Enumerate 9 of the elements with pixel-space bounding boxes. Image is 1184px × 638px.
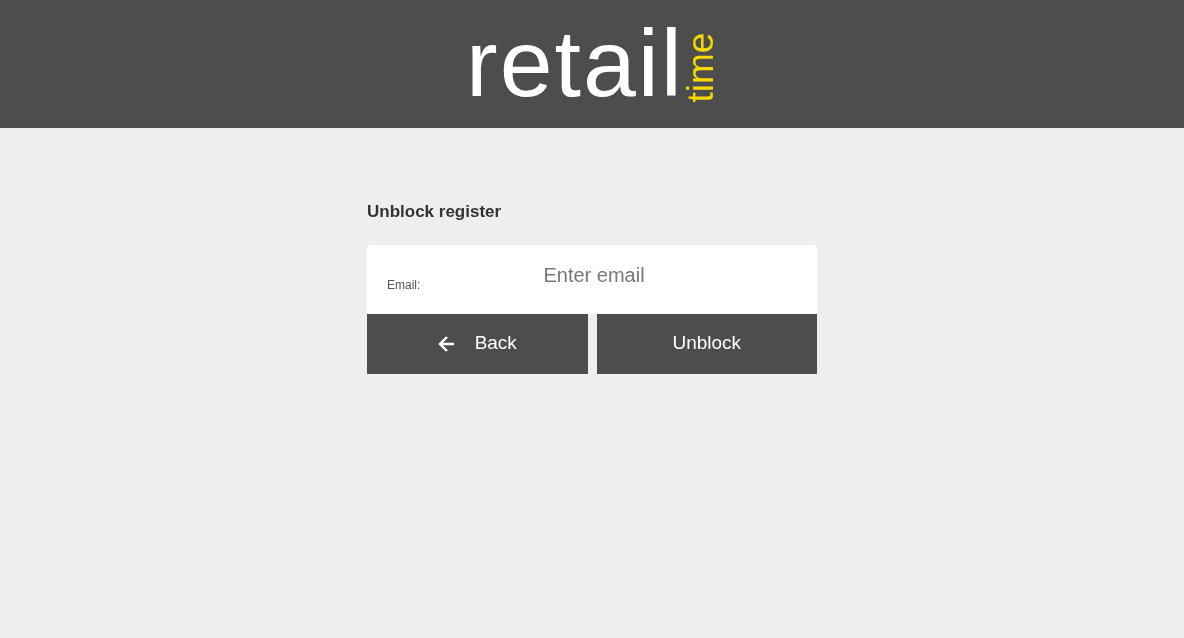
unblock-button[interactable]: Unblock xyxy=(596,313,817,374)
form-title: Unblock register xyxy=(367,201,503,223)
email-label: Email: xyxy=(387,277,422,294)
back-button[interactable]: Back xyxy=(367,313,588,374)
email-input[interactable]: Enter email xyxy=(444,260,744,290)
back-arrow-icon xyxy=(437,334,456,353)
logo-text: retail xyxy=(466,16,684,111)
logo-accent-text: time xyxy=(682,32,720,102)
email-field[interactable]: Email: Enter email xyxy=(367,244,817,314)
